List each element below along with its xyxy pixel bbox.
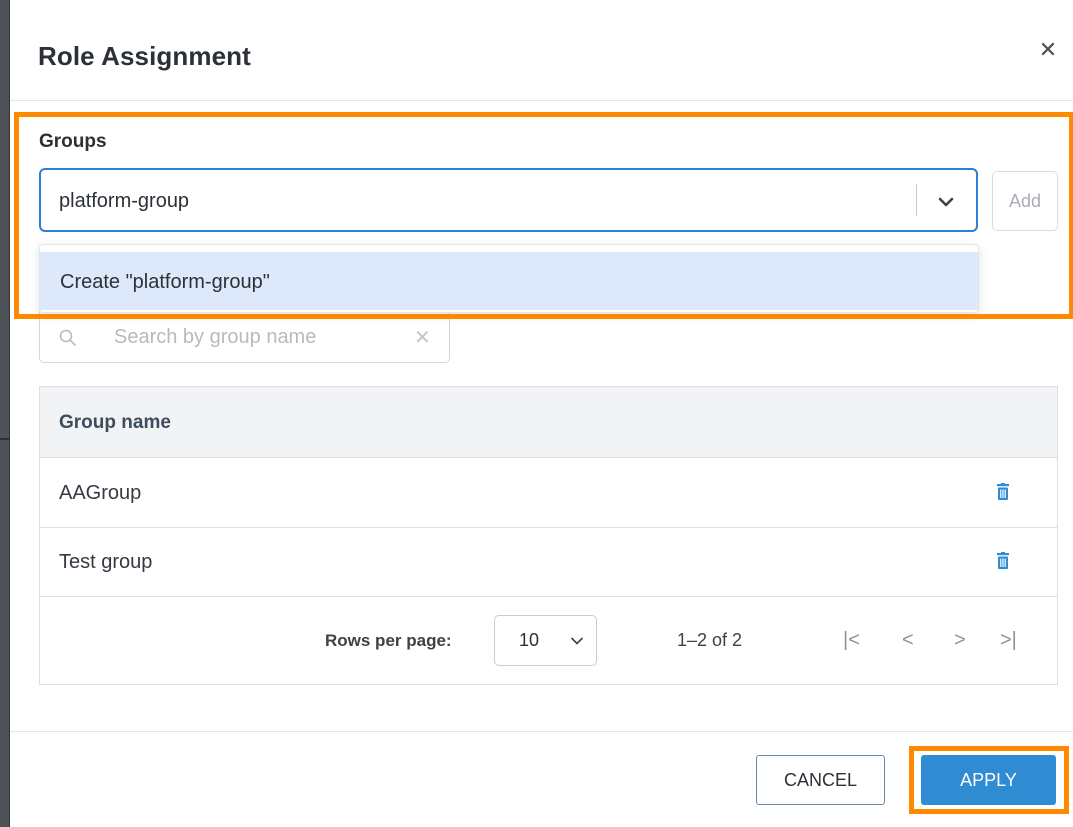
groups-label: Groups xyxy=(39,131,107,152)
create-group-option[interactable]: Create "platform-group" xyxy=(40,252,978,310)
table-row: AAGroup xyxy=(40,459,1057,528)
apply-button[interactable]: APPLY xyxy=(921,755,1056,805)
previous-page-icon[interactable]: < xyxy=(902,629,914,652)
groups-select[interactable]: platform-group xyxy=(39,168,978,232)
table-row: Test group xyxy=(40,528,1057,597)
dialog-title: Role Assignment xyxy=(38,41,251,71)
background-window-edge xyxy=(0,0,9,827)
rows-per-page-label: Rows per page: xyxy=(325,631,452,650)
rows-per-page-select[interactable]: 10 xyxy=(494,615,597,666)
groups-select-value[interactable]: platform-group xyxy=(59,190,189,213)
role-assignment-dialog: Role Assignment ✕ Groups platform-group … xyxy=(9,0,1073,827)
chevron-down-icon[interactable] xyxy=(934,190,958,214)
table-pagination: Rows per page: 10 1–2 of 2 |< < > >| xyxy=(40,597,1057,684)
chevron-down-icon xyxy=(571,637,583,645)
pagination-range: 1–2 of 2 xyxy=(677,630,743,650)
delete-icon[interactable] xyxy=(995,552,1011,570)
search-input[interactable]: Search by group name xyxy=(114,326,316,349)
search-icon xyxy=(59,329,76,346)
first-page-icon[interactable]: |< xyxy=(843,629,860,652)
dialog-header: Role Assignment ✕ xyxy=(10,0,1073,101)
group-name-cell: AAGroup xyxy=(59,482,142,504)
screen: Role Assignment ✕ Groups platform-group … xyxy=(0,0,1073,827)
groups-table: Group name AAGroup Test group Rows per p… xyxy=(39,386,1058,685)
select-divider xyxy=(916,184,917,216)
footer-divider xyxy=(10,731,1073,732)
column-header-group-name[interactable]: Group name xyxy=(59,412,171,434)
group-name-cell: Test group xyxy=(59,551,153,573)
table-header: Group name xyxy=(40,387,1057,458)
create-group-option-label: Create "platform-group" xyxy=(60,271,270,293)
group-search-field[interactable]: Search by group name ✕ xyxy=(39,307,450,363)
cancel-button[interactable]: CANCEL xyxy=(756,755,885,805)
add-button[interactable]: Add xyxy=(992,171,1058,231)
last-page-icon[interactable]: >| xyxy=(1000,629,1017,652)
next-page-icon[interactable]: > xyxy=(954,629,966,652)
rows-per-page-value: 10 xyxy=(519,630,540,650)
delete-icon[interactable] xyxy=(995,483,1011,501)
close-icon[interactable]: ✕ xyxy=(1036,38,1060,62)
groups-dropdown-menu: Create "platform-group" xyxy=(39,244,979,313)
clear-search-icon[interactable]: ✕ xyxy=(414,325,431,350)
